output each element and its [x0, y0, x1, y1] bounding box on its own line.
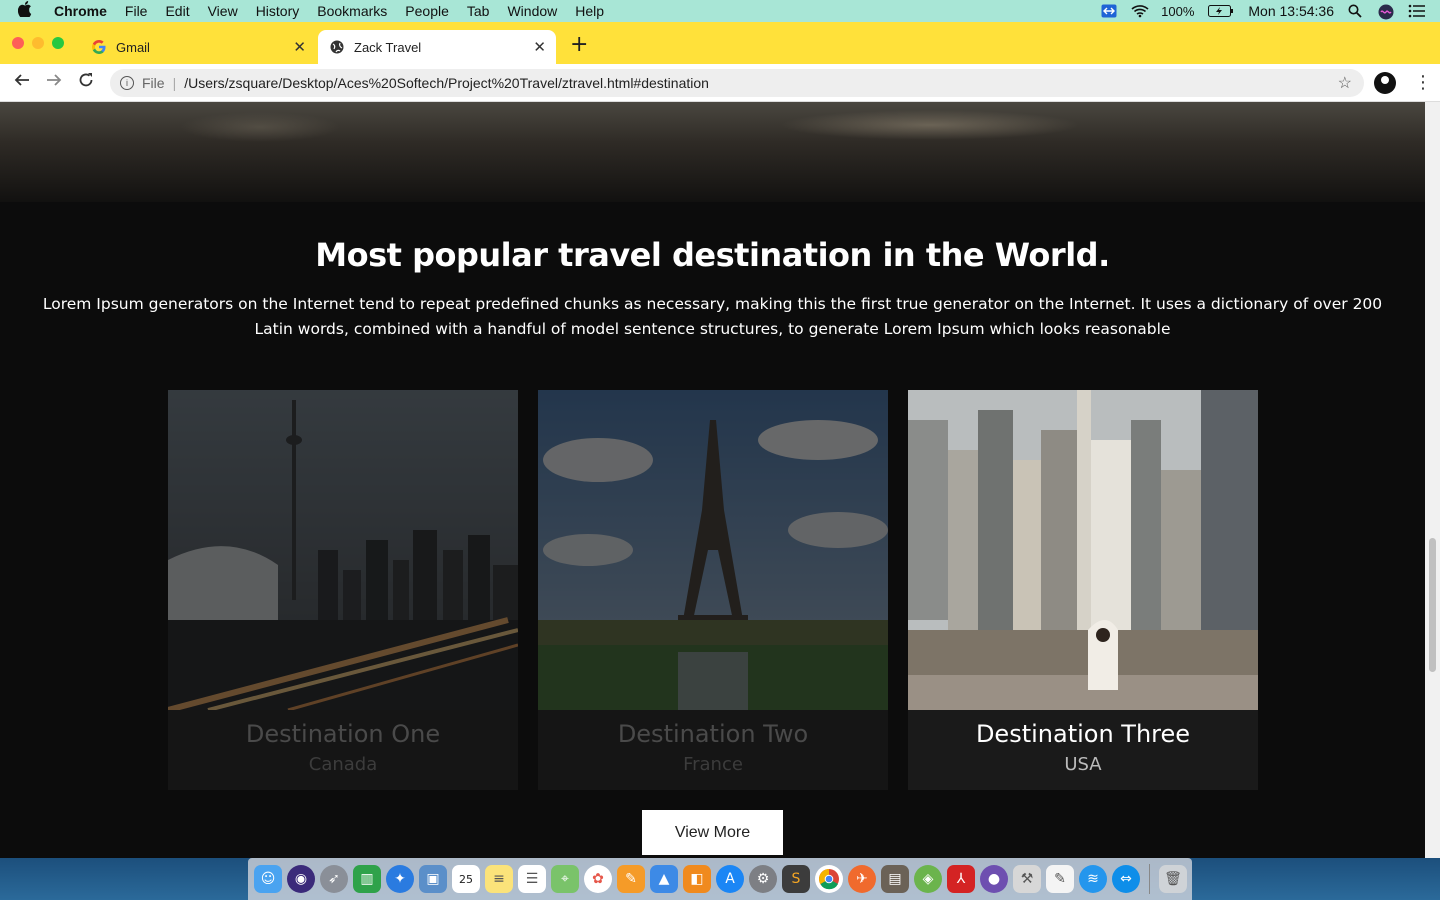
menu-edit[interactable]: Edit — [165, 3, 189, 19]
tab-title: Zack Travel — [354, 39, 422, 55]
macos-menubar: Chrome File Edit View History Bookmarks … — [0, 0, 1440, 22]
new-york-city-image — [908, 390, 1258, 710]
destination-country: USA — [1064, 754, 1102, 775]
docker-icon[interactable]: ≋ — [1079, 865, 1107, 893]
url-text[interactable]: /Users/zsquare/Desktop/Aces%20Softech/Pr… — [184, 75, 709, 91]
keynote-icon[interactable]: ▲ — [650, 865, 678, 893]
menu-help[interactable]: Help — [575, 3, 604, 19]
tab-title: Gmail — [116, 39, 150, 55]
siri-icon[interactable] — [1378, 4, 1394, 20]
tab-close-icon[interactable]: ✕ — [293, 38, 306, 56]
webpage-viewport: Most popular travel destination in the W… — [0, 102, 1425, 858]
dock-divider — [1149, 864, 1150, 894]
maps-icon[interactable]: ⌖ — [551, 865, 579, 893]
site-info-icon[interactable]: i — [120, 76, 134, 90]
battery-icon[interactable] — [1208, 4, 1234, 18]
browser-tab-strip: Gmail ✕ Zack Travel ✕ + — [0, 22, 1440, 64]
profile-avatar-icon[interactable] — [1374, 72, 1396, 94]
macos-dock: ☺ ◉ ➶ ▥ ✦ ▣ 25 ≡ ☰ ⌖ ✿ ✎ ▲ ◧ A ⚙ S ✈ ▤ ◈… — [248, 858, 1192, 900]
apple-menu-icon[interactable] — [17, 1, 36, 21]
chrome-menu-icon[interactable]: ⋮ — [1414, 72, 1432, 93]
trash-icon[interactable]: 🗑 — [1159, 865, 1187, 893]
destination-name: Destination Three — [975, 720, 1191, 748]
menu-people[interactable]: People — [405, 3, 449, 19]
forward-arrow-icon[interactable] — [38, 72, 70, 93]
destination-card-usa[interactable]: Destination Three USA — [908, 390, 1258, 790]
calendar-icon[interactable]: 25 — [452, 865, 480, 893]
notes-editor-icon[interactable]: ▤ — [881, 865, 909, 893]
address-bar[interactable]: i File | /Users/zsquare/Desktop/Aces%20S… — [110, 69, 1364, 97]
destination-section-title: Most popular travel destination in the W… — [315, 236, 1110, 274]
menu-view[interactable]: View — [208, 3, 238, 19]
destination-name: Destination One — [245, 720, 441, 748]
numbers-icon[interactable]: ▥ — [353, 865, 381, 893]
photos-icon[interactable]: ✿ — [584, 865, 612, 893]
hero-image-bottom — [0, 102, 1425, 202]
safari-icon[interactable]: ✦ — [386, 865, 414, 893]
menu-tab[interactable]: Tab — [467, 3, 490, 19]
teamviewer-dock-icon[interactable]: ⇔ — [1112, 865, 1140, 893]
back-arrow-icon[interactable] — [6, 72, 38, 93]
destination-country: Canada — [308, 754, 378, 775]
tab-gmail[interactable]: Gmail ✕ — [80, 30, 316, 64]
sublime-text-icon[interactable]: S — [782, 865, 810, 893]
menu-bookmarks[interactable]: Bookmarks — [317, 3, 387, 19]
preview-icon[interactable]: ▣ — [419, 865, 447, 893]
app-store-icon[interactable]: A — [716, 865, 744, 893]
scrollbar-thumb[interactable] — [1429, 538, 1436, 672]
google-g-icon — [92, 40, 106, 54]
notes-icon[interactable]: ≡ — [485, 865, 513, 893]
siri-dock-icon[interactable]: ◉ — [287, 865, 315, 893]
chrome-icon[interactable] — [815, 865, 843, 893]
browser-toolbar: i File | /Users/zsquare/Desktop/Aces%20S… — [0, 64, 1440, 102]
window-minimize-button[interactable] — [32, 37, 44, 49]
globe-icon — [330, 40, 344, 54]
finder-icon[interactable]: ☺ — [254, 865, 282, 893]
android-studio-icon[interactable]: ◈ — [914, 865, 942, 893]
tab-close-icon[interactable]: ✕ — [533, 38, 546, 56]
system-preferences-icon[interactable]: ⚙ — [749, 865, 777, 893]
menubar-app-name[interactable]: Chrome — [54, 3, 107, 19]
destination-section-description: Lorem Ipsum generators on the Internet t… — [42, 295, 1383, 338]
xcode-icon[interactable]: ⚒ — [1013, 865, 1041, 893]
textedit-icon[interactable]: ✎ — [1046, 865, 1074, 893]
books-icon[interactable]: ◧ — [683, 865, 711, 893]
notification-center-icon[interactable] — [1408, 4, 1425, 18]
view-more-button[interactable]: View More — [642, 810, 783, 855]
menu-history[interactable]: History — [256, 3, 300, 19]
battery-percentage: 100% — [1161, 3, 1195, 19]
destination-card-france[interactable]: Destination Two France — [538, 390, 888, 790]
window-close-button[interactable] — [12, 37, 24, 49]
menu-file[interactable]: File — [125, 3, 148, 19]
bookmark-star-icon[interactable]: ☆ — [1338, 73, 1352, 93]
url-scheme-label: File — [142, 75, 165, 91]
menubar-clock[interactable]: Mon 13:54:36 — [1248, 3, 1334, 19]
page-scrollbar[interactable] — [1425, 102, 1440, 858]
wifi-icon[interactable] — [1131, 4, 1149, 18]
pages-icon[interactable]: ✎ — [617, 865, 645, 893]
teamviewer-status-icon[interactable] — [1101, 4, 1117, 18]
window-zoom-button[interactable] — [52, 37, 64, 49]
new-tab-plus-icon[interactable]: + — [570, 32, 588, 57]
postman-icon[interactable]: ✈ — [848, 865, 876, 893]
destination-card-canada[interactable]: Destination One Canada — [168, 390, 518, 790]
url-separator: | — [172, 75, 177, 91]
github-desktop-icon[interactable]: ● — [980, 865, 1008, 893]
tab-zack-travel[interactable]: Zack Travel ✕ — [318, 30, 556, 64]
adobe-acrobat-icon[interactable]: ⅄ — [947, 865, 975, 893]
reload-icon[interactable] — [70, 72, 102, 93]
destination-name: Destination Two — [617, 720, 809, 748]
launchpad-icon[interactable]: ➶ — [320, 865, 348, 893]
spotlight-search-icon[interactable] — [1348, 4, 1364, 18]
menu-window[interactable]: Window — [507, 3, 557, 19]
reminders-icon[interactable]: ☰ — [518, 865, 546, 893]
destination-country: France — [683, 754, 743, 775]
menubar-status-area: 100% Mon 13:54:36 — [1101, 3, 1440, 20]
